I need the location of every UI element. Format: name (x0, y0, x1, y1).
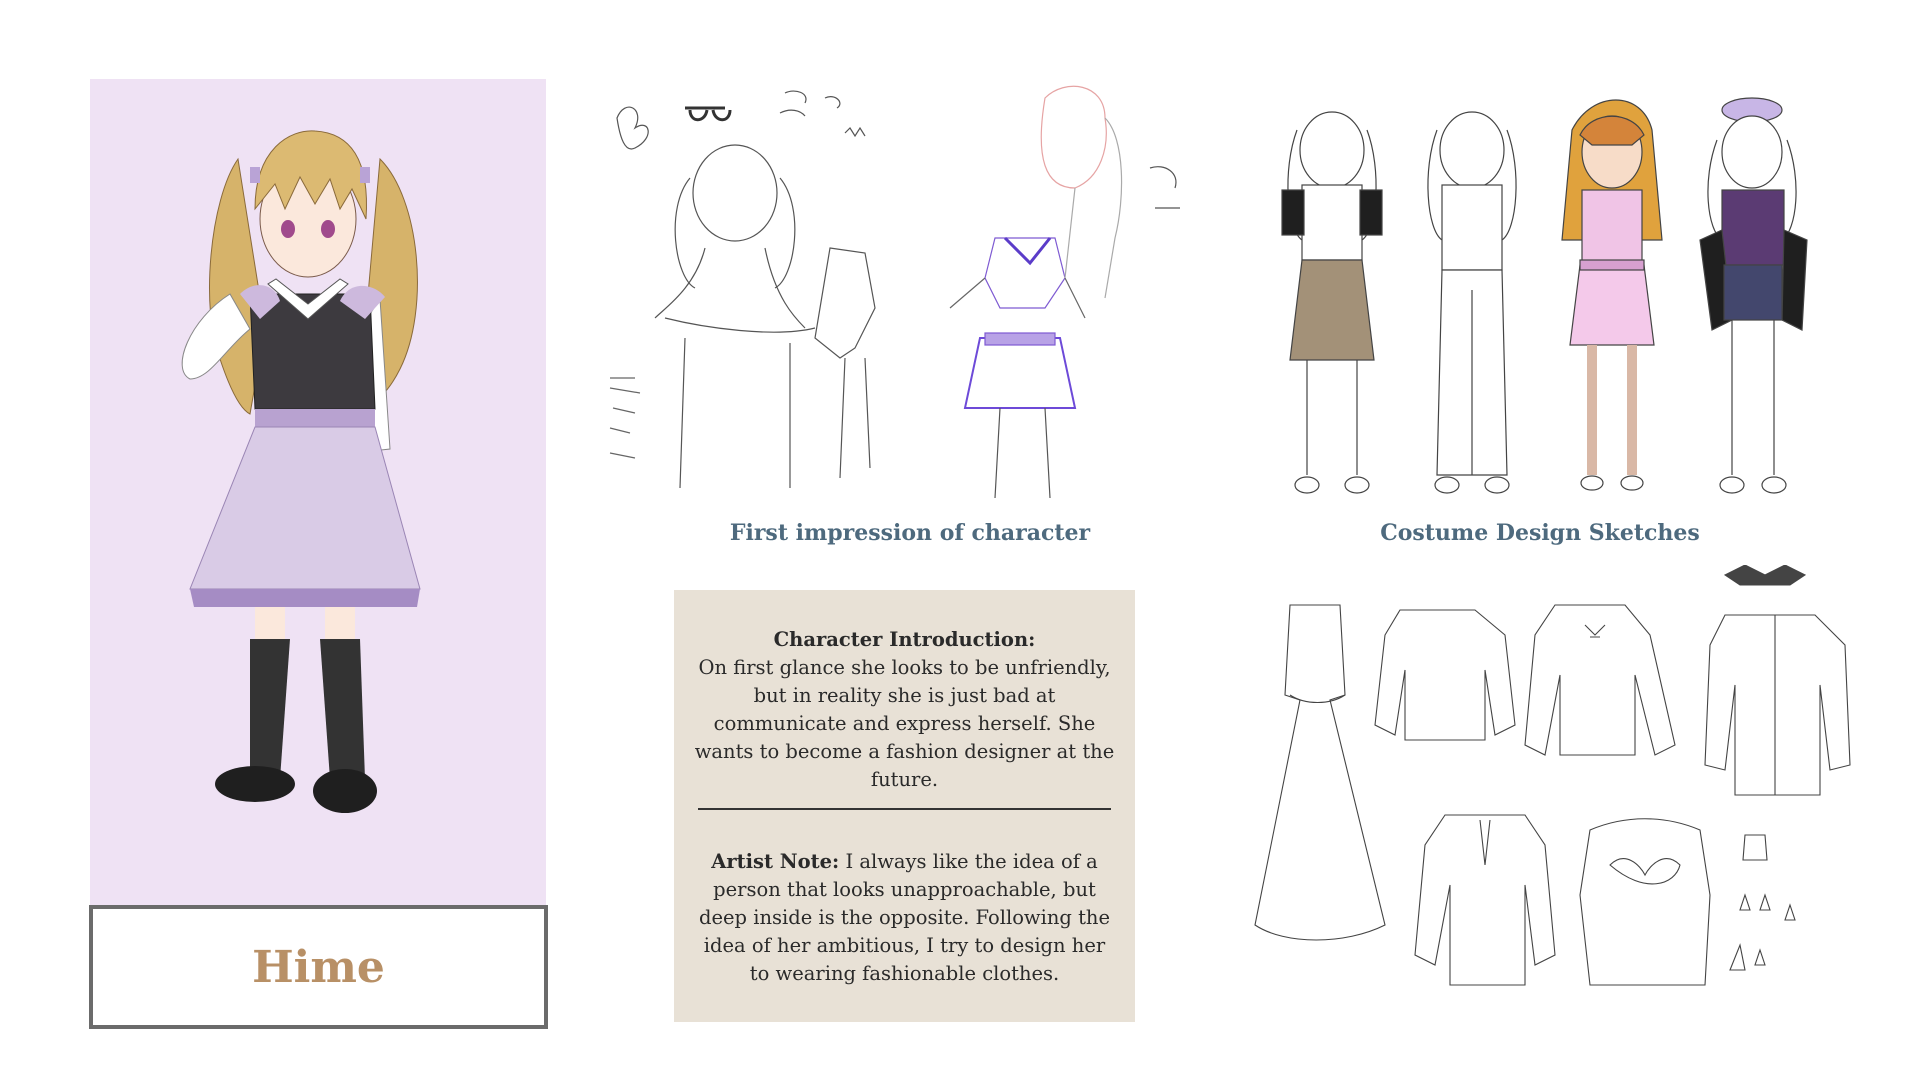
clothing-item-sketches (1245, 564, 1865, 1010)
character-introduction-box: Character Introduction: On first glance … (674, 590, 1135, 1022)
first-impression-caption: First impression of character (729, 520, 1091, 546)
introduction-heading: Character Introduction: (773, 628, 1036, 651)
costume-design-sketches (1262, 90, 1832, 505)
character-illustration (90, 79, 546, 905)
character-name-box: Hime (89, 905, 548, 1029)
character-name: Hime (252, 941, 385, 993)
first-impression-sketches (605, 78, 1205, 512)
introduction-text: On first glance she looks to be unfriend… (694, 656, 1115, 791)
costume-design-caption: Costume Design Sketches (1380, 520, 1700, 546)
artist-note: Artist Note: I always like the idea of a… (692, 848, 1117, 988)
artist-note-label: Artist Note: (711, 850, 840, 873)
divider (698, 808, 1111, 810)
